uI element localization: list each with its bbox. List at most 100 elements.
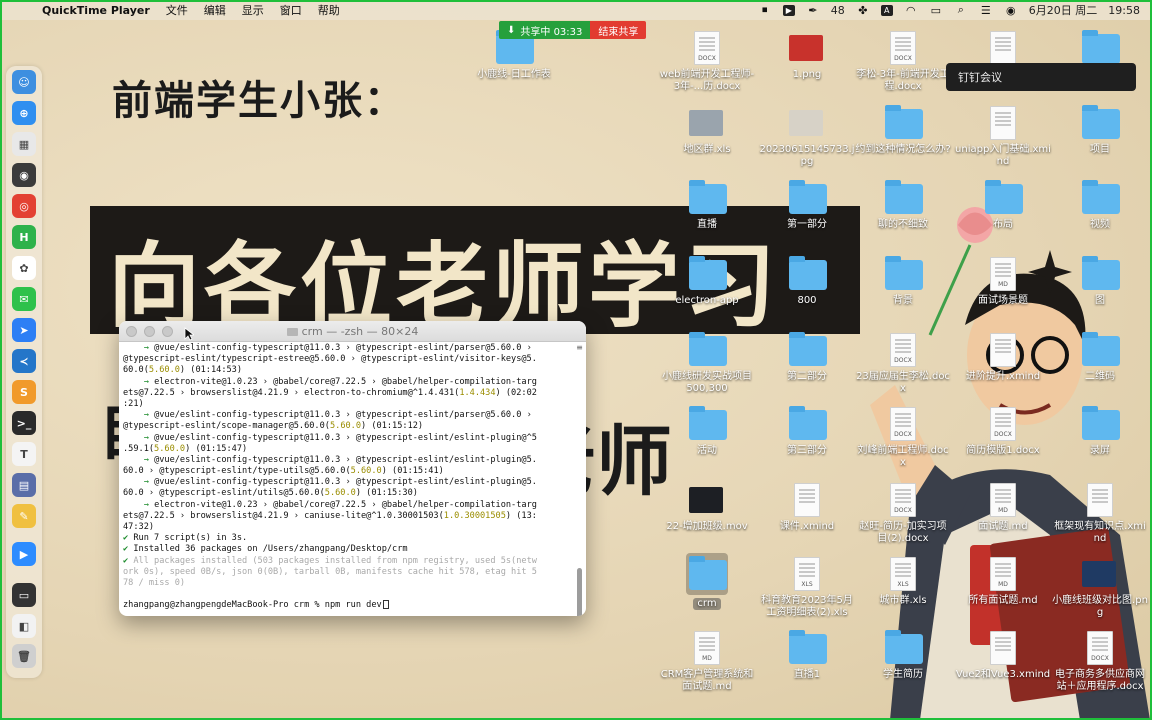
image-thumbnail-icon (1082, 556, 1118, 592)
stop-recording-icon[interactable]: ⏹ (758, 3, 772, 16)
folder-icon (789, 406, 827, 442)
wifi-icon[interactable]: ◠ (904, 4, 918, 17)
desktop-item[interactable]: DOCX 李松-3年-前端开发工程.docx (855, 30, 951, 93)
desktop-item[interactable]: 小鹿线研发实战项目500,300 (659, 332, 755, 395)
desktop-item[interactable]: Vue2和Vue3.xmind (955, 630, 1051, 681)
sublime-icon[interactable]: S (12, 380, 36, 404)
desktop-item[interactable]: 约到这种情况怎么办? (855, 105, 951, 156)
desktop-item[interactable]: MD CRM客户管理系统和面试题.md (659, 630, 755, 693)
wechat-icon[interactable]: ✉ (12, 287, 36, 311)
paint-icon[interactable]: ✎ (12, 504, 36, 528)
desktop-item[interactable]: 第二部分 (759, 332, 855, 383)
app-menu-name[interactable]: QuickTime Player (42, 4, 150, 17)
desktop-item[interactable]: MD 面试场景题 (955, 256, 1051, 307)
desktop-item[interactable]: 直播1 (759, 630, 855, 681)
menu-window[interactable]: 窗口 (280, 2, 302, 18)
desktop-item[interactable]: uniapp入门基础.xmind (955, 105, 1051, 168)
desktop-item[interactable]: 视频 (1052, 180, 1148, 231)
desktop-item[interactable]: 录屏 (1052, 406, 1148, 457)
desktop-item-label: 1.png (792, 69, 822, 80)
desktop-item[interactable]: 20230615145733.jpg (759, 105, 855, 168)
menu-file[interactable]: 文件 (166, 2, 188, 18)
desktop-item[interactable]: XLS 城市群.xls (855, 556, 951, 607)
end-share-button[interactable]: 结束共享 (590, 21, 647, 39)
preview-icon[interactable]: ▤ (12, 473, 36, 497)
terminal-icon[interactable]: >_ (12, 411, 36, 435)
terminal-text-span: Installed 36 packages on /Users/zhangpan… (128, 544, 408, 555)
share-status-button[interactable]: ⬇ 共享中 03:33 (499, 21, 591, 39)
desktop-item[interactable]: 课件.xmind (759, 482, 855, 533)
desktop-item[interactable]: 框架现有知识点.xmind (1052, 482, 1148, 545)
app-extension-icon[interactable]: ✤ (856, 4, 870, 17)
dingtalk-icon[interactable]: ➤ (12, 318, 36, 342)
terminal-line: zhangpang@zhangpengdeMacBook-Pro crm % n… (123, 600, 572, 611)
terminal-window[interactable]: crm — -zsh — 80×24 → @vue/eslint-config-… (119, 321, 586, 616)
terminal-output[interactable]: → @vue/eslint-config-typescript@11.0.3 ›… (123, 343, 572, 614)
desktop-item[interactable]: 地区群.xls (659, 105, 755, 156)
desktop-item[interactable]: DOCX 简历模版1.docx (955, 406, 1051, 457)
desktop-item[interactable]: crm (659, 553, 755, 610)
desktop-item[interactable]: 第一部分 (759, 180, 855, 231)
menu-view[interactable]: 显示 (242, 2, 264, 18)
hbuilder-icon[interactable]: H (12, 225, 36, 249)
terminal-scrollbar[interactable]: ≡ (575, 343, 584, 616)
vscode-icon[interactable]: ≺ (12, 349, 36, 373)
desktop-item[interactable]: 1.png (759, 30, 855, 81)
chrome-icon[interactable]: ◎ (12, 194, 36, 218)
lark-icon[interactable]: ✿ (12, 256, 36, 280)
scrollbar-menu-icon[interactable]: ≡ (575, 343, 584, 353)
folder-icon (1082, 406, 1120, 442)
desktop-item[interactable]: 第三部分 (759, 406, 855, 457)
desktop-item[interactable]: 22-增加班级.mov (659, 482, 755, 533)
desktop-item[interactable]: 学生简历 (855, 630, 951, 681)
apple-menu-icon[interactable] (14, 3, 26, 17)
terminal-text-span: @vue/eslint-config-typescript@11.0.3 › @… (148, 432, 537, 443)
menubar-date[interactable]: 6月20日 周二 (1029, 2, 1098, 18)
scrollbar-thumb[interactable] (577, 568, 582, 616)
screen-recorder-icon[interactable]: ▭ (12, 583, 36, 607)
desktop-item[interactable]: 项目 (1052, 105, 1148, 156)
desktop-item[interactable]: MD 所有面试题.md (955, 556, 1051, 607)
pen-tool-icon[interactable]: ✒ (806, 4, 820, 17)
desktop-item[interactable]: 布局 (955, 180, 1051, 231)
qq-icon[interactable]: ◉ (12, 163, 36, 187)
menu-edit[interactable]: 编辑 (204, 2, 226, 18)
safari-icon[interactable]: ⊕ (12, 101, 36, 125)
desktop-item[interactable]: 聊的不细致 (855, 180, 951, 231)
input-method-icon[interactable]: A (880, 4, 893, 16)
desktop-item[interactable]: DOCX 刘峰前端工程师.docx (855, 406, 951, 469)
terminal-text-span: 78 / miss 0) (123, 577, 186, 588)
desktop-item[interactable]: 直播 (659, 180, 755, 231)
desktop-item[interactable]: MD 面试题.md (955, 482, 1051, 533)
finder-icon[interactable]: ☺ (12, 70, 36, 94)
desktop-item[interactable]: electron-app (659, 256, 755, 307)
menu-help[interactable]: 帮助 (318, 2, 340, 18)
typora-icon[interactable]: T (12, 442, 36, 466)
desktop-item[interactable]: DOCX 赵旺-简历-加实习项目(2).docx (855, 482, 951, 545)
desktop-item[interactable]: 活动 (659, 406, 755, 457)
image-thumbnail-icon (789, 30, 825, 66)
siri-icon[interactable]: ◉ (1004, 4, 1018, 17)
screen-record-status-icon[interactable]: ▶ (782, 4, 795, 16)
desktop-item[interactable]: 图 (1052, 256, 1148, 307)
spotlight-search-icon[interactable]: ⌕ (954, 3, 968, 16)
trash-icon[interactable]: 🗑 (12, 644, 36, 668)
battery-icon[interactable]: ▭ (929, 4, 943, 17)
menubar-time[interactable]: 19:58 (1108, 4, 1140, 17)
desktop-item[interactable]: 小鹿线班级对比图.png (1052, 556, 1148, 619)
desktop-item-label: 图 (1095, 295, 1105, 306)
zoom-icon[interactable]: ▶ (12, 542, 36, 566)
desktop-item[interactable]: DOCX 电子商务多供应商网站＋应用程序.docx (1052, 630, 1148, 693)
desktop-item[interactable]: 进阶提升.xmind (955, 332, 1051, 383)
launchpad-icon[interactable]: ▦ (12, 132, 36, 156)
terminal-line: ork 0s), speed 0B/s, json 0(0B), tarball… (123, 567, 572, 578)
chrome-window-icon[interactable]: ◧ (12, 614, 36, 638)
desktop-item[interactable]: DOCX web前端开发工程师-3年-...历.docx (659, 30, 755, 93)
desktop-item[interactable]: 二维码 (1052, 332, 1148, 383)
desktop-item[interactable]: XLS 科育教育2023年5月工资明细表(2).xls (759, 556, 855, 619)
image-preview (789, 35, 823, 61)
desktop-item[interactable]: 800 (759, 256, 855, 307)
control-center-icon[interactable]: ☰ (979, 4, 993, 17)
desktop-item[interactable]: DOCX 23届应届生李松.docx (855, 332, 951, 395)
desktop-item[interactable]: 背景 (855, 256, 951, 307)
